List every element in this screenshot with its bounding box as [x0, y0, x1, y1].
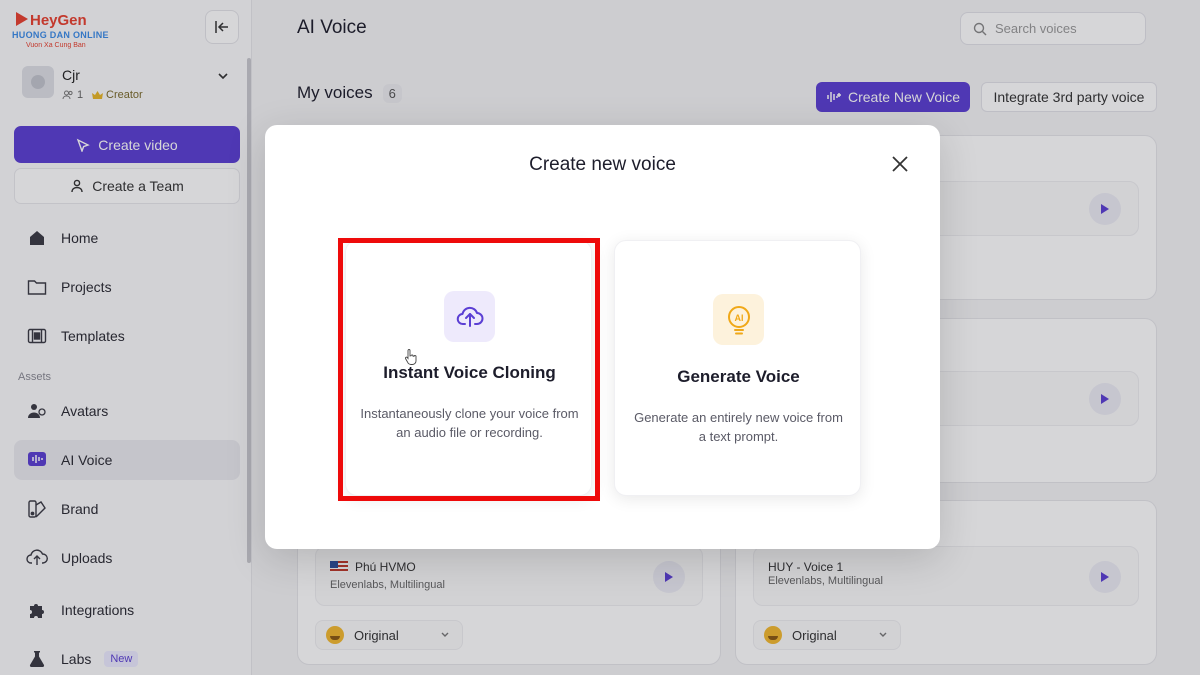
hand-cursor-icon: [405, 349, 417, 365]
close-button[interactable]: [889, 153, 911, 175]
create-voice-modal: Create new voice Instant Voice Cloning I…: [265, 125, 940, 549]
generate-voice-option[interactable]: AI Generate Voice Generate an entirely n…: [614, 240, 861, 496]
close-icon: [892, 156, 908, 172]
cloud-upload-icon: [444, 291, 495, 342]
option-description: Generate an entirely new voice from a te…: [634, 410, 843, 444]
instant-voice-cloning-option[interactable]: Instant Voice Cloning Instantaneously cl…: [345, 240, 592, 496]
ai-bulb-icon: AI: [713, 294, 764, 345]
option-title: Generate Voice: [677, 367, 800, 386]
option-title: Instant Voice Cloning: [383, 363, 556, 382]
svg-text:AI: AI: [734, 313, 743, 323]
modal-title: Create new voice: [529, 154, 676, 175]
option-description: Instantaneously clone your voice from an…: [360, 406, 579, 440]
